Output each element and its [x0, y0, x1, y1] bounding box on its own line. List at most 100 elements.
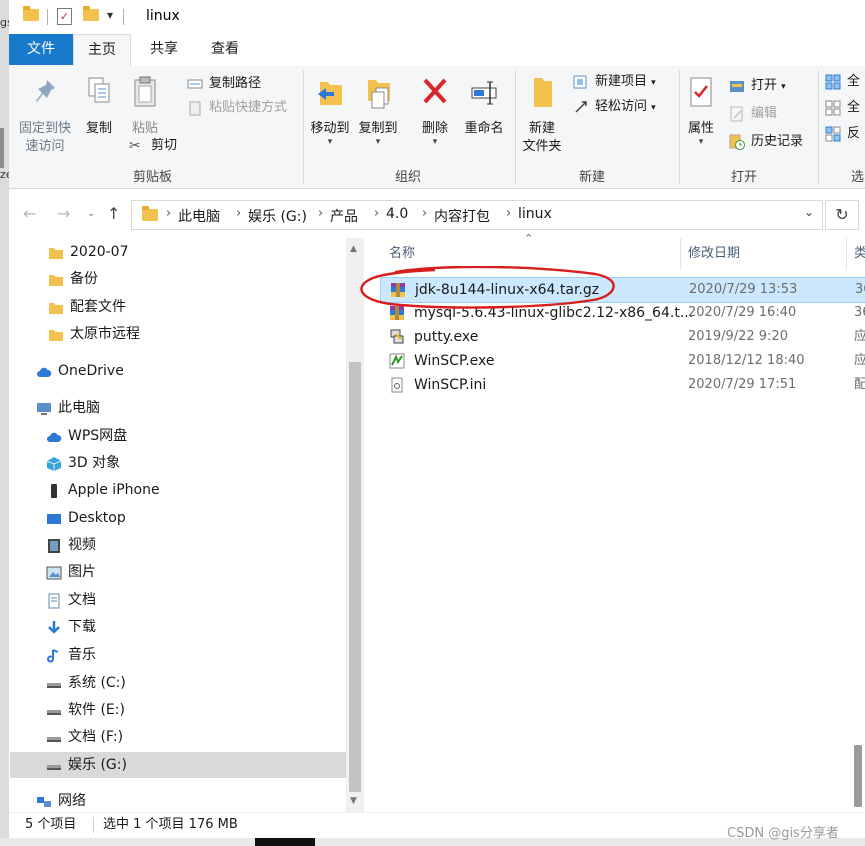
taskbar-fragment: [255, 838, 315, 846]
chevron-down-icon: ▾: [651, 78, 656, 88]
nav-item[interactable]: 此电脑: [36, 395, 326, 421]
delete-button[interactable]: 删除 ▾: [415, 74, 455, 147]
select-none-label: 全: [847, 100, 861, 115]
breadcrumb-version[interactable]: 4.0: [386, 206, 408, 222]
cut-button[interactable]: ✂ 剪切: [127, 136, 177, 156]
new-item-button[interactable]: 新建项目 ▾: [571, 72, 656, 92]
scroll-down-icon[interactable]: ▼: [350, 796, 357, 806]
file-type: 36: [854, 305, 865, 320]
window-title: linux: [146, 8, 180, 24]
new-folder-button[interactable]: 新建 文件夹: [519, 74, 565, 156]
nav-item[interactable]: 3D 对象: [46, 450, 336, 476]
nav-item[interactable]: 备份: [48, 266, 338, 292]
nav-scrollbar[interactable]: ▲ ▼: [346, 238, 364, 812]
nav-item[interactable]: Apple iPhone: [46, 477, 336, 503]
properties-check-icon[interactable]: ✓: [57, 8, 72, 25]
forward-arrow-icon[interactable]: →: [57, 204, 70, 223]
nav-item[interactable]: 视频: [46, 532, 336, 558]
chevron-down-icon: ▾: [781, 82, 786, 92]
column-date-modified[interactable]: 修改日期: [688, 241, 740, 267]
new-folder-icon[interactable]: [83, 6, 99, 21]
tab-view[interactable]: 查看: [197, 34, 253, 65]
nav-item[interactable]: 图片: [46, 559, 336, 585]
breadcrumb-this-pc[interactable]: 此电脑: [178, 206, 220, 226]
nav-item-label: WPS网盘: [68, 428, 128, 444]
open-button[interactable]: 打开 ▾: [727, 76, 786, 96]
file-row[interactable]: putty.exe 2019/9/22 9:20 应: [380, 325, 865, 349]
nav-item[interactable]: 配套文件: [48, 294, 338, 320]
select-none-button[interactable]: 全: [823, 98, 860, 118]
copy-button[interactable]: 复制: [79, 74, 119, 138]
folder-icon[interactable]: [23, 6, 39, 21]
file-type: 36: [855, 282, 865, 297]
customize-quick-access-icon[interactable]: ▾: [107, 8, 113, 22]
move-to-button[interactable]: 移动到 ▾: [307, 74, 353, 147]
nav-item[interactable]: 网络: [36, 788, 326, 814]
nav-item[interactable]: WPS网盘: [46, 423, 336, 449]
chevron-down-icon: ▾: [327, 137, 333, 147]
refresh-icon[interactable]: ↻: [825, 200, 859, 230]
scroll-up-icon[interactable]: ▲: [350, 244, 357, 254]
nav-item[interactable]: 文档: [46, 587, 336, 613]
network-icon: [36, 793, 52, 809]
address-bar[interactable]: › 此电脑 › 娱乐 (G:) › 产品 › 4.0 › 内容打包 › linu…: [131, 200, 823, 230]
file-list-scrollbar-thumb[interactable]: [854, 745, 862, 807]
file-row[interactable]: WinSCP.ini 2020/7/29 17:51 配: [380, 373, 865, 397]
phone-icon: [46, 482, 62, 498]
paste-shortcut-button[interactable]: 粘贴快捷方式: [185, 98, 287, 118]
nav-item-label: 网络: [58, 793, 86, 809]
chevron-right-icon: ›: [166, 206, 172, 221]
breadcrumb-content-pack[interactable]: 内容打包: [434, 206, 490, 226]
column-name[interactable]: 名称: [389, 241, 415, 267]
file-row[interactable]: WinSCP.exe 2018/12/12 18:40 应: [380, 349, 865, 373]
rename-button[interactable]: 重命名: [461, 74, 507, 138]
nav-item[interactable]: Desktop: [46, 505, 336, 531]
breadcrumb-product[interactable]: 产品: [330, 206, 358, 226]
paste-shortcut-label: 粘贴快捷方式: [209, 100, 288, 115]
nav-item-label: 文档 (F:): [68, 729, 124, 745]
tab-file[interactable]: 文件: [9, 34, 73, 65]
nav-item-label: 音乐: [68, 647, 96, 663]
easy-access-button[interactable]: 轻松访问 ▾: [571, 97, 656, 117]
music-icon: [46, 647, 62, 663]
select-all-button[interactable]: 全: [823, 72, 860, 92]
copy-icon: [88, 77, 110, 103]
nav-item[interactable]: 太原市远程: [48, 321, 338, 347]
nav-item[interactable]: OneDrive: [36, 358, 326, 384]
nav-item[interactable]: 软件 (E:): [46, 697, 336, 723]
copy-to-button[interactable]: 复制到 ▾: [355, 74, 401, 147]
tab-share[interactable]: 共享: [136, 34, 192, 65]
red-annotation-circle: [360, 266, 615, 309]
nav-scrollbar-thumb[interactable]: [349, 362, 361, 792]
nav-item[interactable]: 音乐: [46, 642, 336, 668]
video-icon: [46, 537, 62, 553]
breadcrumb-drive-g[interactable]: 娱乐 (G:): [248, 206, 307, 226]
properties-button[interactable]: 属性 ▾: [681, 74, 721, 147]
pin-quick-access-button[interactable]: 固定到快 速访问: [15, 74, 75, 156]
edit-button[interactable]: 编辑: [727, 104, 777, 124]
copy-path-button[interactable]: 复制路径: [185, 74, 261, 94]
invert-selection-button[interactable]: 反: [823, 124, 860, 144]
file-date: 2019/9/22 9:20: [688, 329, 788, 344]
up-arrow-icon[interactable]: ↑: [107, 204, 120, 223]
column-type[interactable]: 类: [854, 241, 865, 267]
paste-shortcut-icon: [189, 101, 201, 116]
nav-item[interactable]: 娱乐 (G:): [10, 752, 346, 778]
paste-button[interactable]: 粘贴: [125, 74, 165, 138]
recent-locations-icon[interactable]: ⌄: [87, 208, 95, 219]
nav-item-label: Apple iPhone: [68, 482, 160, 498]
file-type: 配: [854, 377, 865, 392]
picture-icon: [46, 564, 62, 580]
chevron-down-icon[interactable]: ⌄: [804, 205, 814, 219]
move-to-label: 移动到: [310, 121, 350, 136]
history-icon: [729, 134, 745, 150]
back-arrow-icon[interactable]: ←: [23, 204, 36, 223]
tab-home[interactable]: 主页: [73, 34, 131, 68]
nav-item[interactable]: 文档 (F:): [46, 724, 336, 750]
breadcrumb-linux[interactable]: linux: [518, 206, 552, 222]
nav-item[interactable]: 下载: [46, 614, 336, 640]
nav-item[interactable]: 2020-07: [48, 239, 338, 265]
file-name: WinSCP.ini: [414, 377, 487, 393]
history-button[interactable]: 历史记录: [727, 132, 803, 152]
nav-item[interactable]: 系统 (C:): [46, 670, 336, 696]
